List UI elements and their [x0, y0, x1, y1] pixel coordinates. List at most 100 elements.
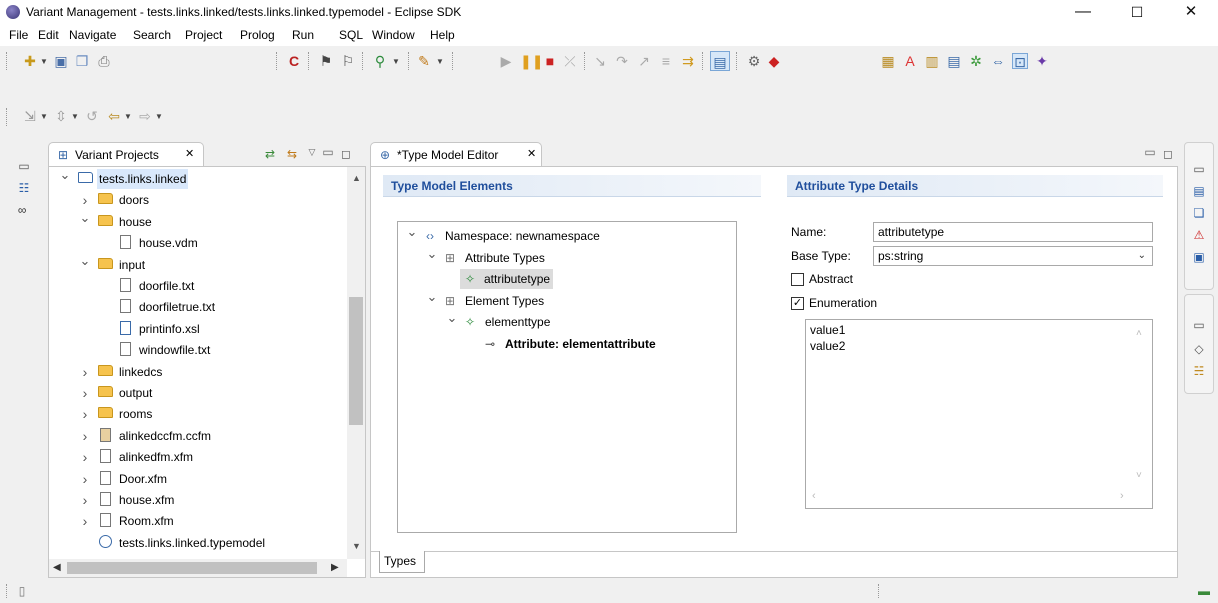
disconnect-icon[interactable]: ⤫: [562, 53, 578, 69]
save-all-icon[interactable]: ❐: [74, 53, 90, 69]
annotation-icon[interactable]: ⇲: [22, 108, 38, 124]
annotation-dropdown-icon[interactable]: ▼: [40, 112, 48, 121]
name-field[interactable]: attributetype: [873, 222, 1153, 242]
menu-project[interactable]: Project: [185, 28, 222, 42]
project-tree-item[interactable]: › house.xfm: [49, 490, 345, 510]
new-project-icon[interactable]: ▦: [880, 53, 896, 69]
textarea-scroll-up-icon[interactable]: ˄: [1136, 328, 1142, 339]
scroll-down-icon[interactable]: ▼: [352, 541, 361, 551]
next-annotation-icon[interactable]: ⇳: [53, 108, 69, 124]
print-icon[interactable]: ⎙: [96, 53, 112, 69]
diamond-icon[interactable]: ◇: [1191, 341, 1207, 357]
collapse-all-icon[interactable]: ⇆: [284, 146, 300, 162]
console-icon[interactable]: ▣: [1191, 249, 1207, 265]
tab-variant-projects[interactable]: ⊞ Variant Projects ✕: [48, 142, 204, 166]
link-with-editor-icon[interactable]: ⇄: [262, 146, 278, 162]
textarea-scroll-down-icon[interactable]: ˅: [1136, 470, 1142, 481]
project-tree-item[interactable]: doorfiletrue.txt: [49, 297, 345, 317]
scroll-right-icon[interactable]: ▶: [331, 562, 339, 573]
maximize-view-icon[interactable]: ◻: [338, 146, 354, 162]
minimize-editor-icon[interactable]: ▭: [1142, 144, 1158, 160]
project-tree-vscrollbar[interactable]: ▲ ▼: [347, 167, 365, 559]
search-tool-dropdown-icon[interactable]: ▼: [392, 57, 400, 66]
maximize-editor-icon[interactable]: ◻: [1160, 146, 1176, 162]
resume-icon[interactable]: ▶: [498, 53, 514, 69]
chevron-down-icon[interactable]: ⌄: [446, 308, 458, 328]
base-type-select[interactable]: ps:string ⌄: [873, 246, 1153, 266]
menu-edit[interactable]: Edit: [38, 28, 59, 42]
run-person-alt-icon[interactable]: ⚐: [340, 53, 356, 69]
step-into-icon[interactable]: ↘: [592, 53, 608, 69]
project-tree-item[interactable]: ⌄ input: [49, 253, 345, 275]
project-tree-item[interactable]: › Door.xfm: [49, 469, 345, 489]
tab-close-icon[interactable]: ✕: [527, 147, 536, 160]
search-tool-icon[interactable]: ⚲: [372, 53, 388, 69]
chevron-right-icon[interactable]: ›: [79, 362, 91, 382]
properties-icon[interactable]: ▤: [1191, 183, 1207, 199]
plugin-icon[interactable]: ✦: [1034, 53, 1050, 69]
step-return-icon[interactable]: ↗: [636, 53, 652, 69]
forward-icon[interactable]: ⇨: [137, 108, 153, 124]
restore-icon[interactable]: ▭: [16, 158, 32, 174]
vscroll-thumb[interactable]: [349, 297, 363, 425]
tab-close-icon[interactable]: ✕: [185, 147, 194, 160]
abstract-checkbox[interactable]: [791, 273, 804, 286]
menu-sql[interactable]: SQL: [339, 28, 363, 42]
menu-window[interactable]: Window: [372, 28, 415, 42]
forward-dropdown-icon[interactable]: ▼: [155, 112, 163, 121]
project-tree-item[interactable]: ⌄ tests.links.linked: [49, 167, 345, 189]
pen-tool-icon[interactable]: ✎: [416, 53, 432, 69]
chevron-down-icon[interactable]: ⌄: [426, 287, 438, 307]
restore-icon[interactable]: ▭: [1191, 317, 1207, 333]
pen-tool-dropdown-icon[interactable]: ▼: [436, 57, 444, 66]
textarea-scroll-left-icon[interactable]: ‹: [812, 490, 816, 502]
chevron-down-icon[interactable]: ⌄: [406, 222, 418, 242]
project-tree-hscrollbar[interactable]: ◀ ▶: [49, 559, 347, 577]
drop-to-frame-icon[interactable]: ≡: [658, 53, 674, 69]
chevron-down-icon[interactable]: ⌄: [59, 165, 71, 185]
scroll-left-icon[interactable]: ◀: [53, 562, 61, 573]
problems-icon[interactable]: ⚠: [1191, 227, 1207, 243]
project-tree-item[interactable]: › alinkedfm.xfm: [49, 447, 345, 467]
project-tree-item[interactable]: doorfile.txt: [49, 276, 345, 296]
hscroll-thumb[interactable]: [67, 562, 317, 574]
suspend-icon[interactable]: ❚❚: [520, 53, 543, 69]
back-icon[interactable]: ⇦: [106, 108, 122, 124]
glasses-icon[interactable]: ∞: [14, 202, 30, 218]
menu-file[interactable]: File: [9, 28, 28, 42]
project-tree-item[interactable]: › output: [49, 383, 345, 403]
menu-help[interactable]: Help: [430, 28, 455, 42]
new-dropdown-icon[interactable]: ▼: [40, 57, 48, 66]
hierarchy-icon[interactable]: ☵: [1191, 363, 1207, 379]
chevron-right-icon[interactable]: ›: [79, 469, 91, 489]
project-tree-item[interactable]: tests.links.linked.typemodel: [49, 533, 345, 553]
bug-icon[interactable]: ✲: [968, 53, 984, 69]
book-icon[interactable]: ❏: [1191, 205, 1207, 221]
minimize-button[interactable]: —: [1060, 0, 1106, 24]
back-dropdown-icon[interactable]: ▼: [124, 112, 132, 121]
project-tree-item[interactable]: house.vdm: [49, 233, 345, 253]
project-tree-item[interactable]: › rooms: [49, 404, 345, 424]
chevron-right-icon[interactable]: ›: [79, 447, 91, 467]
save-icon[interactable]: ▣: [53, 53, 69, 69]
tab-type-model-editor[interactable]: ⊕ *Type Model Editor ✕: [370, 142, 542, 166]
scroll-up-icon[interactable]: ▲: [352, 173, 361, 183]
cus-icon[interactable]: ▤: [946, 53, 962, 69]
progress-icon[interactable]: ▬: [1196, 583, 1212, 599]
menu-navigate[interactable]: Navigate: [69, 28, 116, 42]
fast-view-icon[interactable]: ▯: [14, 583, 30, 599]
publish-icon[interactable]: ⚙: [746, 53, 762, 69]
project-tree-item[interactable]: › linkedcs: [49, 362, 345, 382]
enumeration-values-textarea[interactable]: value1 value2 ˄ ˅ ‹ ›: [805, 319, 1153, 509]
tab-types[interactable]: Types: [379, 551, 425, 573]
toggle-view-icon[interactable]: ▤: [710, 51, 730, 71]
project-tree-item[interactable]: windowfile.txt: [49, 340, 345, 360]
project-tree-item[interactable]: ⌄ house: [49, 210, 345, 232]
project-tree-item[interactable]: › alinkedccfm.ccfm: [49, 426, 345, 446]
restore-icon[interactable]: ▭: [1191, 161, 1207, 177]
maximize-button[interactable]: ☐: [1114, 0, 1160, 24]
chevron-right-icon[interactable]: ›: [79, 511, 91, 531]
outline-icon[interactable]: ☷: [16, 180, 32, 196]
chevron-down-icon[interactable]: ⌄: [426, 244, 438, 264]
project-tree-item[interactable]: printinfo.xsl: [49, 319, 345, 339]
